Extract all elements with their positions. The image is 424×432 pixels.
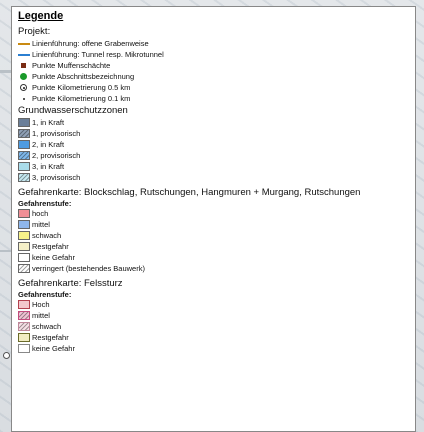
grundwasser-heading: Grundwasserschutzzonen (18, 105, 128, 116)
grundwasser-list: 1, in Kraft 1, provisorisch 2, in Kraft 2, … (18, 117, 409, 183)
grundwasser-item: 1, provisorisch (18, 128, 409, 139)
gefahren-fels-label: mittel (32, 311, 50, 320)
projekt-label: Linienführung: offene Grabenweise (32, 39, 149, 48)
color-swatch-icon (18, 344, 30, 353)
color-swatch-icon (18, 333, 30, 342)
projekt-label: Punkte Kilometrierung 0.5 km (32, 83, 131, 92)
projekt-item: Punkte Kilometrierung 0.5 km (18, 82, 409, 93)
color-swatch-icon (18, 173, 30, 182)
color-swatch-icon (18, 129, 30, 138)
legend-title: Legende (18, 10, 64, 22)
green-dot-icon (18, 73, 30, 81)
grundwasser-item: 2, in Kraft (18, 139, 409, 150)
grundwasser-label: 2, in Kraft (32, 140, 65, 149)
color-swatch-icon (18, 300, 30, 309)
gefahren-fels-subheading: Gefahrenstufe: (18, 290, 72, 299)
color-swatch-icon (18, 151, 30, 160)
gefahren-block-item: verringert (bestehendes Bauwerk) (18, 263, 409, 274)
gefahren-block-item: mittel (18, 219, 409, 230)
gefahren-block-label: verringert (bestehendes Bauwerk) (32, 264, 145, 273)
gefahren-block-item: Restgefahr (18, 241, 409, 252)
gefahren-fels-item: Hoch (18, 299, 409, 310)
color-swatch-icon (18, 322, 30, 331)
map-marker (3, 352, 10, 359)
color-swatch-icon (18, 253, 30, 262)
color-swatch-icon (18, 118, 30, 127)
color-swatch-icon (18, 264, 30, 273)
gefahren-fels-label: Hoch (32, 300, 50, 309)
color-swatch-icon (18, 209, 30, 218)
gefahren-fels-list: Hoch mittel schwach Restgefahr keine Gefahr (18, 299, 409, 354)
projekt-item: Punkte Kilometrierung 0.1 km (18, 93, 409, 104)
color-swatch-icon (18, 162, 30, 171)
gefahren-block-subheading: Gefahrenstufe: (18, 199, 72, 208)
circle-dot-icon (18, 84, 30, 92)
gefahren-block-label: schwach (32, 231, 62, 240)
line-swatch-icon (18, 51, 30, 59)
grundwasser-label: 2, provisorisch (32, 151, 81, 160)
projekt-item: Linienführung: offene Grabenweise (18, 38, 409, 49)
gefahren-block-item: hoch (18, 208, 409, 219)
gefahren-block-list: hoch mittel schwach Restgefahr keine Gefahr v… (18, 208, 409, 274)
grundwasser-item: 2, provisorisch (18, 150, 409, 161)
square-marker-icon (18, 62, 30, 70)
gefahren-fels-label: schwach (32, 322, 62, 331)
color-swatch-icon (18, 140, 30, 149)
grundwasser-item: 1, in Kraft (18, 117, 409, 128)
grundwasser-item: 3, in Kraft (18, 161, 409, 172)
gefahren-block-label: keine Gefahr (32, 253, 75, 262)
gefahren-block-label: Restgefahr (32, 242, 69, 251)
grundwasser-label: 1, in Kraft (32, 118, 65, 127)
projekt-item: Punkte Abschnittsbezeichnung (18, 71, 409, 82)
gefahren-fels-item: mittel (18, 310, 409, 321)
projekt-label: Linienführung: Tunnel resp. Mikrotunnel (32, 50, 164, 59)
projekt-heading: Projekt: (18, 26, 51, 37)
small-dot-icon (18, 95, 30, 103)
line-swatch-icon (18, 40, 30, 48)
projekt-item: Punkte Muffenschächte (18, 60, 409, 71)
gefahren-fels-label: keine Gefahr (32, 344, 75, 353)
gefahren-fels-heading: Gefahrenkarte: Felssturz (18, 278, 123, 289)
projekt-label: Punkte Muffenschächte (32, 61, 111, 70)
projekt-list: Linienführung: offene Grabenweise Linienf… (18, 38, 409, 104)
gefahren-block-label: hoch (32, 209, 49, 218)
gefahren-fels-item: schwach (18, 321, 409, 332)
color-swatch-icon (18, 311, 30, 320)
grundwasser-label: 3, in Kraft (32, 162, 65, 171)
gefahren-block-label: mittel (32, 220, 50, 229)
gefahren-fels-item: Restgefahr (18, 332, 409, 343)
grundwasser-item: 3, provisorisch (18, 172, 409, 183)
grundwasser-label: 3, provisorisch (32, 173, 81, 182)
gefahren-block-heading: Gefahrenkarte: Blockschlag, Rutschungen,… (18, 187, 361, 198)
grundwasser-label: 1, provisorisch (32, 129, 81, 138)
map-legend-panel: Legende Projekt: Linienführung: offene G… (11, 6, 416, 432)
color-swatch-icon (18, 220, 30, 229)
color-swatch-icon (18, 231, 30, 240)
color-swatch-icon (18, 242, 30, 251)
gefahren-block-item: keine Gefahr (18, 252, 409, 263)
gefahren-fels-label: Restgefahr (32, 333, 69, 342)
gefahren-block-item: schwach (18, 230, 409, 241)
gefahren-fels-item: keine Gefahr (18, 343, 409, 354)
projekt-item: Linienführung: Tunnel resp. Mikrotunnel (18, 49, 409, 60)
projekt-label: Punkte Kilometrierung 0.1 km (32, 94, 131, 103)
projekt-label: Punkte Abschnittsbezeichnung (32, 72, 135, 81)
